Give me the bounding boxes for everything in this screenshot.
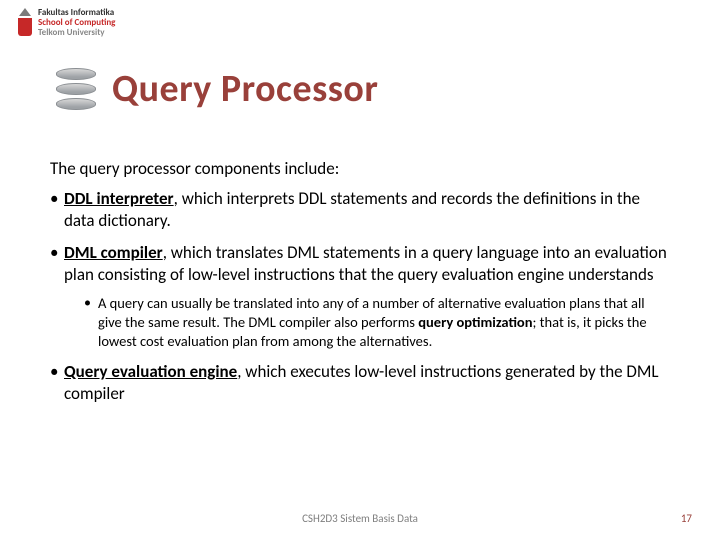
footer-course: CSH2D3 Sistem Basis Data — [302, 512, 418, 525]
term-dml: DML compiler — [64, 242, 163, 263]
logo-mark-icon — [18, 8, 32, 36]
sub-list: A query can usually be translated into a… — [84, 294, 670, 351]
list-item: DDL interpreter, which interprets DDL st… — [50, 188, 670, 232]
term-qee: Query evaluation engine — [64, 361, 237, 382]
title-row: Query Processor — [56, 66, 378, 112]
footer-page-number: 17 — [681, 512, 692, 525]
slide-title: Query Processor — [112, 66, 378, 112]
logo-line3: Telkom University — [38, 28, 115, 38]
term-ddl: DDL interpreter — [64, 188, 174, 209]
intro-text: The query processor components include: — [50, 158, 670, 180]
slide-body: The query processor components include: … — [50, 158, 670, 415]
database-icon — [56, 68, 96, 110]
list-item: DML compiler, which translates DML state… — [50, 242, 670, 351]
list-item: A query can usually be translated into a… — [84, 294, 670, 351]
institution-logo: Fakultas Informatika School of Computing… — [18, 8, 115, 38]
slide-footer: CSH2D3 Sistem Basis Data 17 — [0, 512, 720, 530]
logo-text: Fakultas Informatika School of Computing… — [38, 8, 115, 38]
list-item: Query evaluation engine, which executes … — [50, 361, 670, 405]
bullet-list: DDL interpreter, which interprets DDL st… — [50, 188, 670, 405]
sub-bold: query optimization — [418, 313, 532, 331]
